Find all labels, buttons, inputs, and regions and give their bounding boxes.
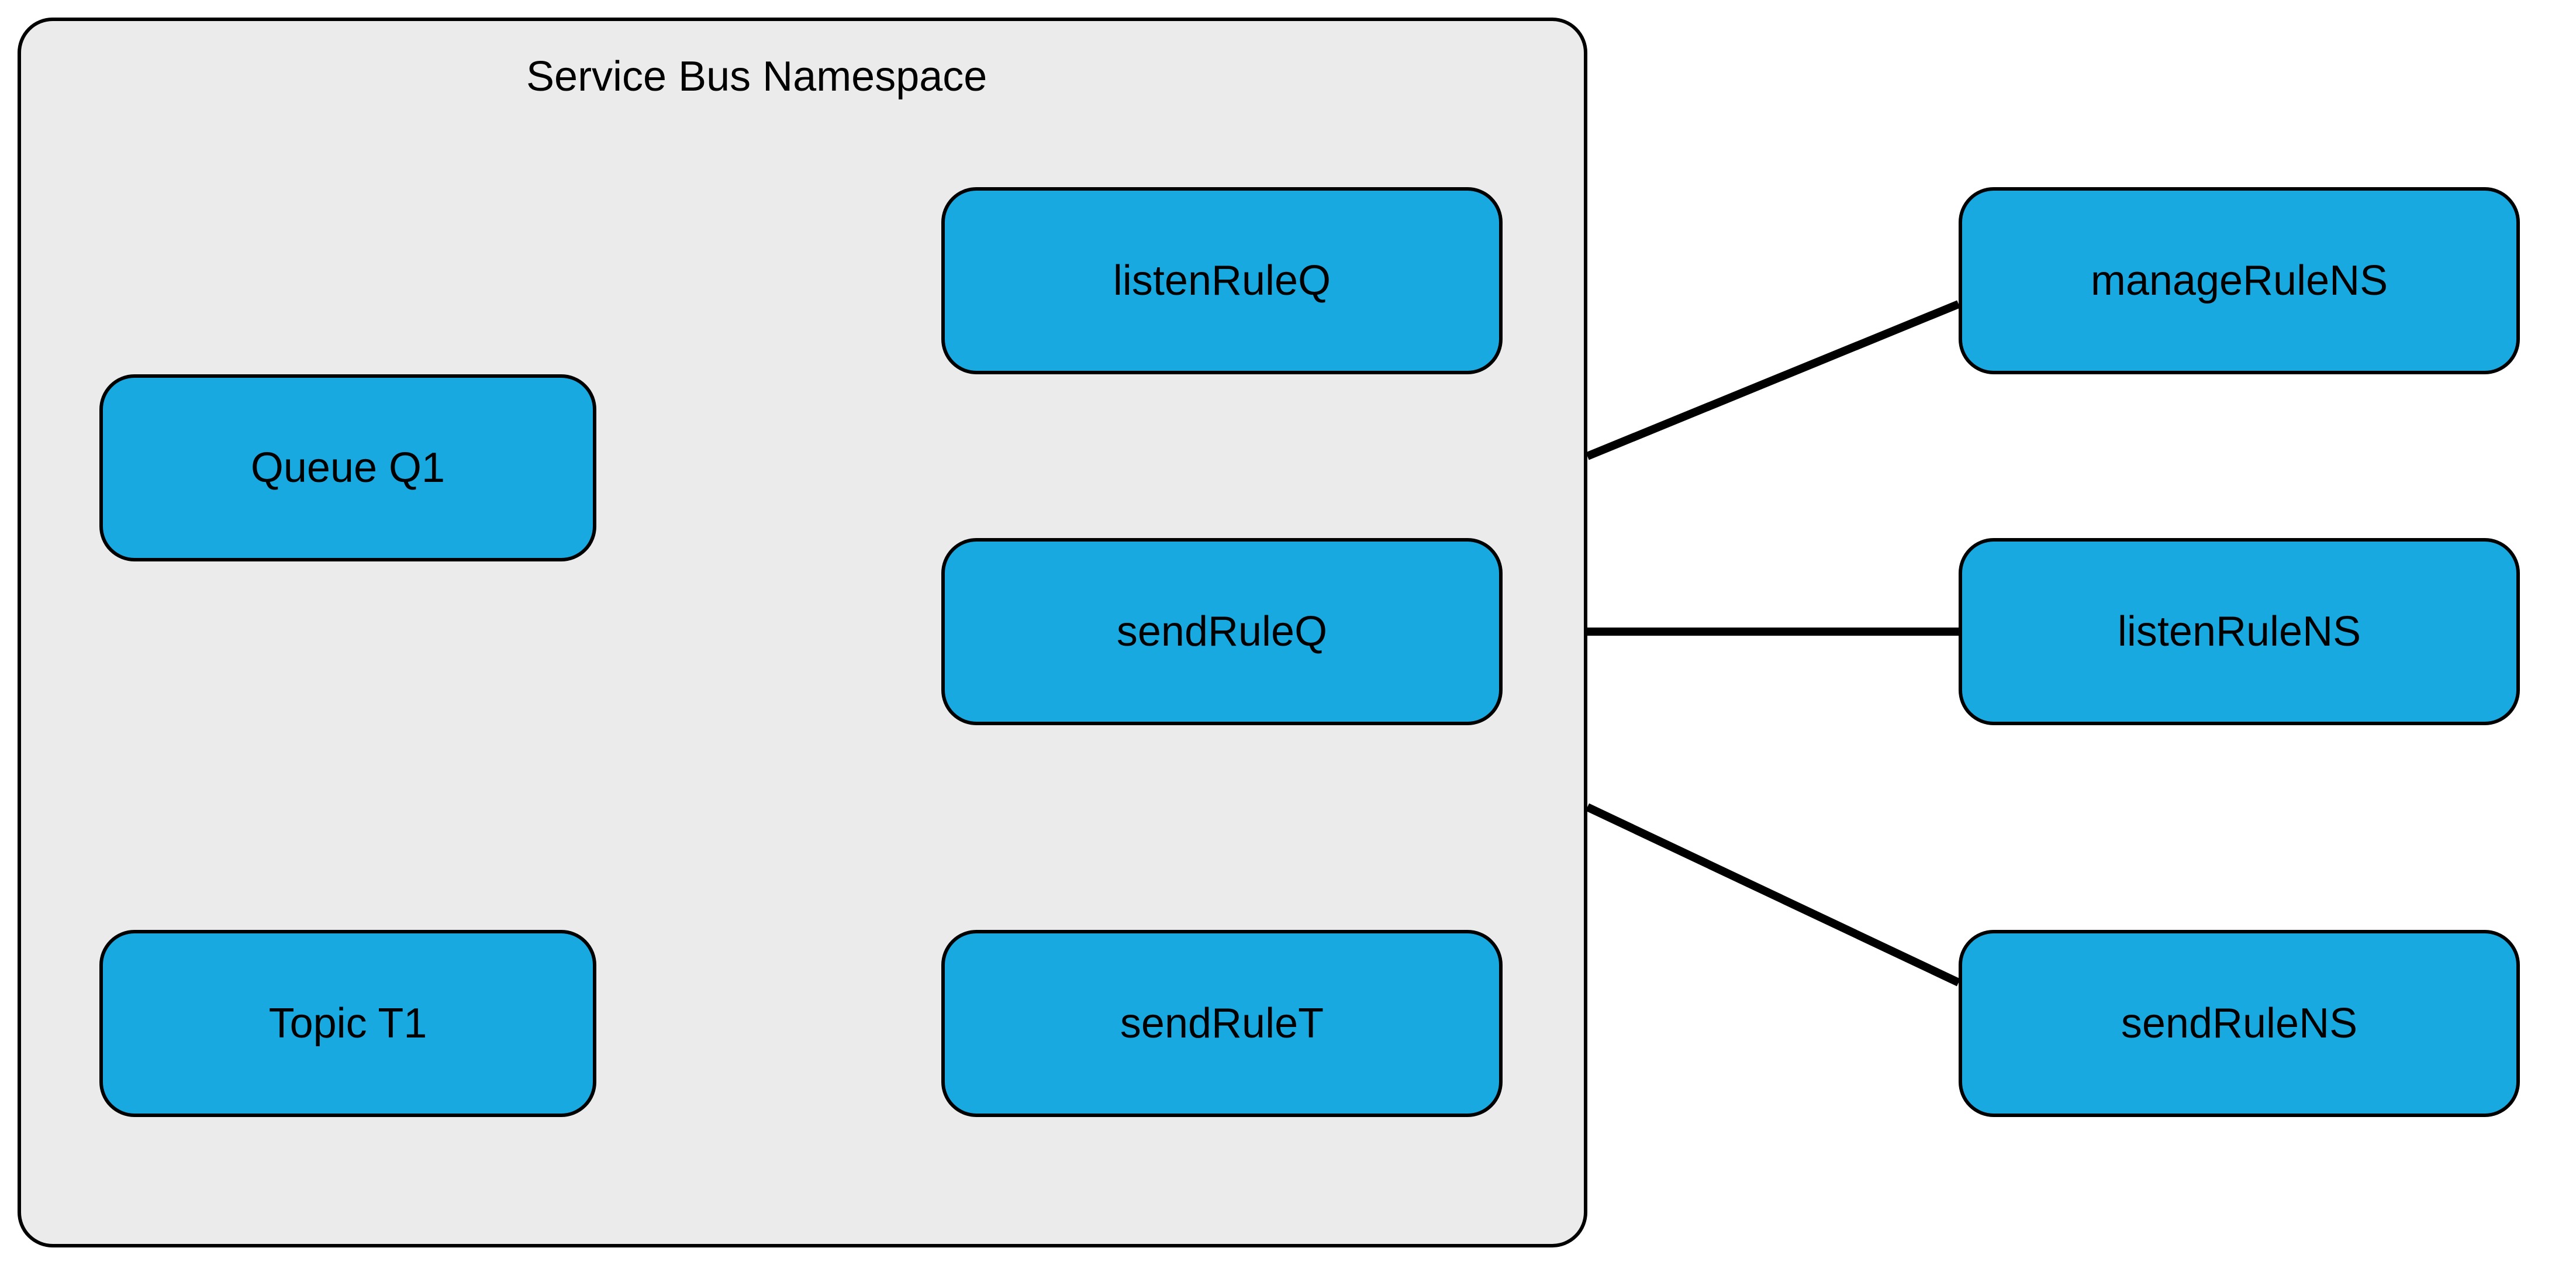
node-queue-q1: Queue Q1 [99, 374, 596, 561]
node-label: sendRuleT [1120, 999, 1324, 1047]
edge-namespace-sendRuleNS [1587, 807, 1959, 983]
node-label: sendRuleNS [2121, 999, 2357, 1047]
namespace-title: Service Bus Namespace [526, 53, 987, 101]
node-label: manageRuleNS [2091, 257, 2388, 305]
node-sendRuleNS: sendRuleNS [1959, 930, 2520, 1117]
node-manageRuleNS: manageRuleNS [1959, 187, 2520, 374]
node-sendRuleQ: sendRuleQ [941, 538, 1503, 725]
node-label: Queue Q1 [251, 444, 445, 492]
node-listenRuleNS: listenRuleNS [1959, 538, 2520, 725]
diagram-canvas: Service Bus Namespace Queue Q1 Topic T1 … [0, 0, 2576, 1265]
node-listenRuleQ: listenRuleQ [941, 187, 1503, 374]
node-topic-t1: Topic T1 [99, 930, 596, 1117]
edge-namespace-manageRuleNS [1587, 304, 1959, 456]
node-label: listenRuleNS [2118, 608, 2361, 656]
node-sendRuleT: sendRuleT [941, 930, 1503, 1117]
node-label: listenRuleQ [1113, 257, 1331, 305]
node-label: Topic T1 [269, 999, 427, 1047]
node-label: sendRuleQ [1117, 608, 1327, 656]
